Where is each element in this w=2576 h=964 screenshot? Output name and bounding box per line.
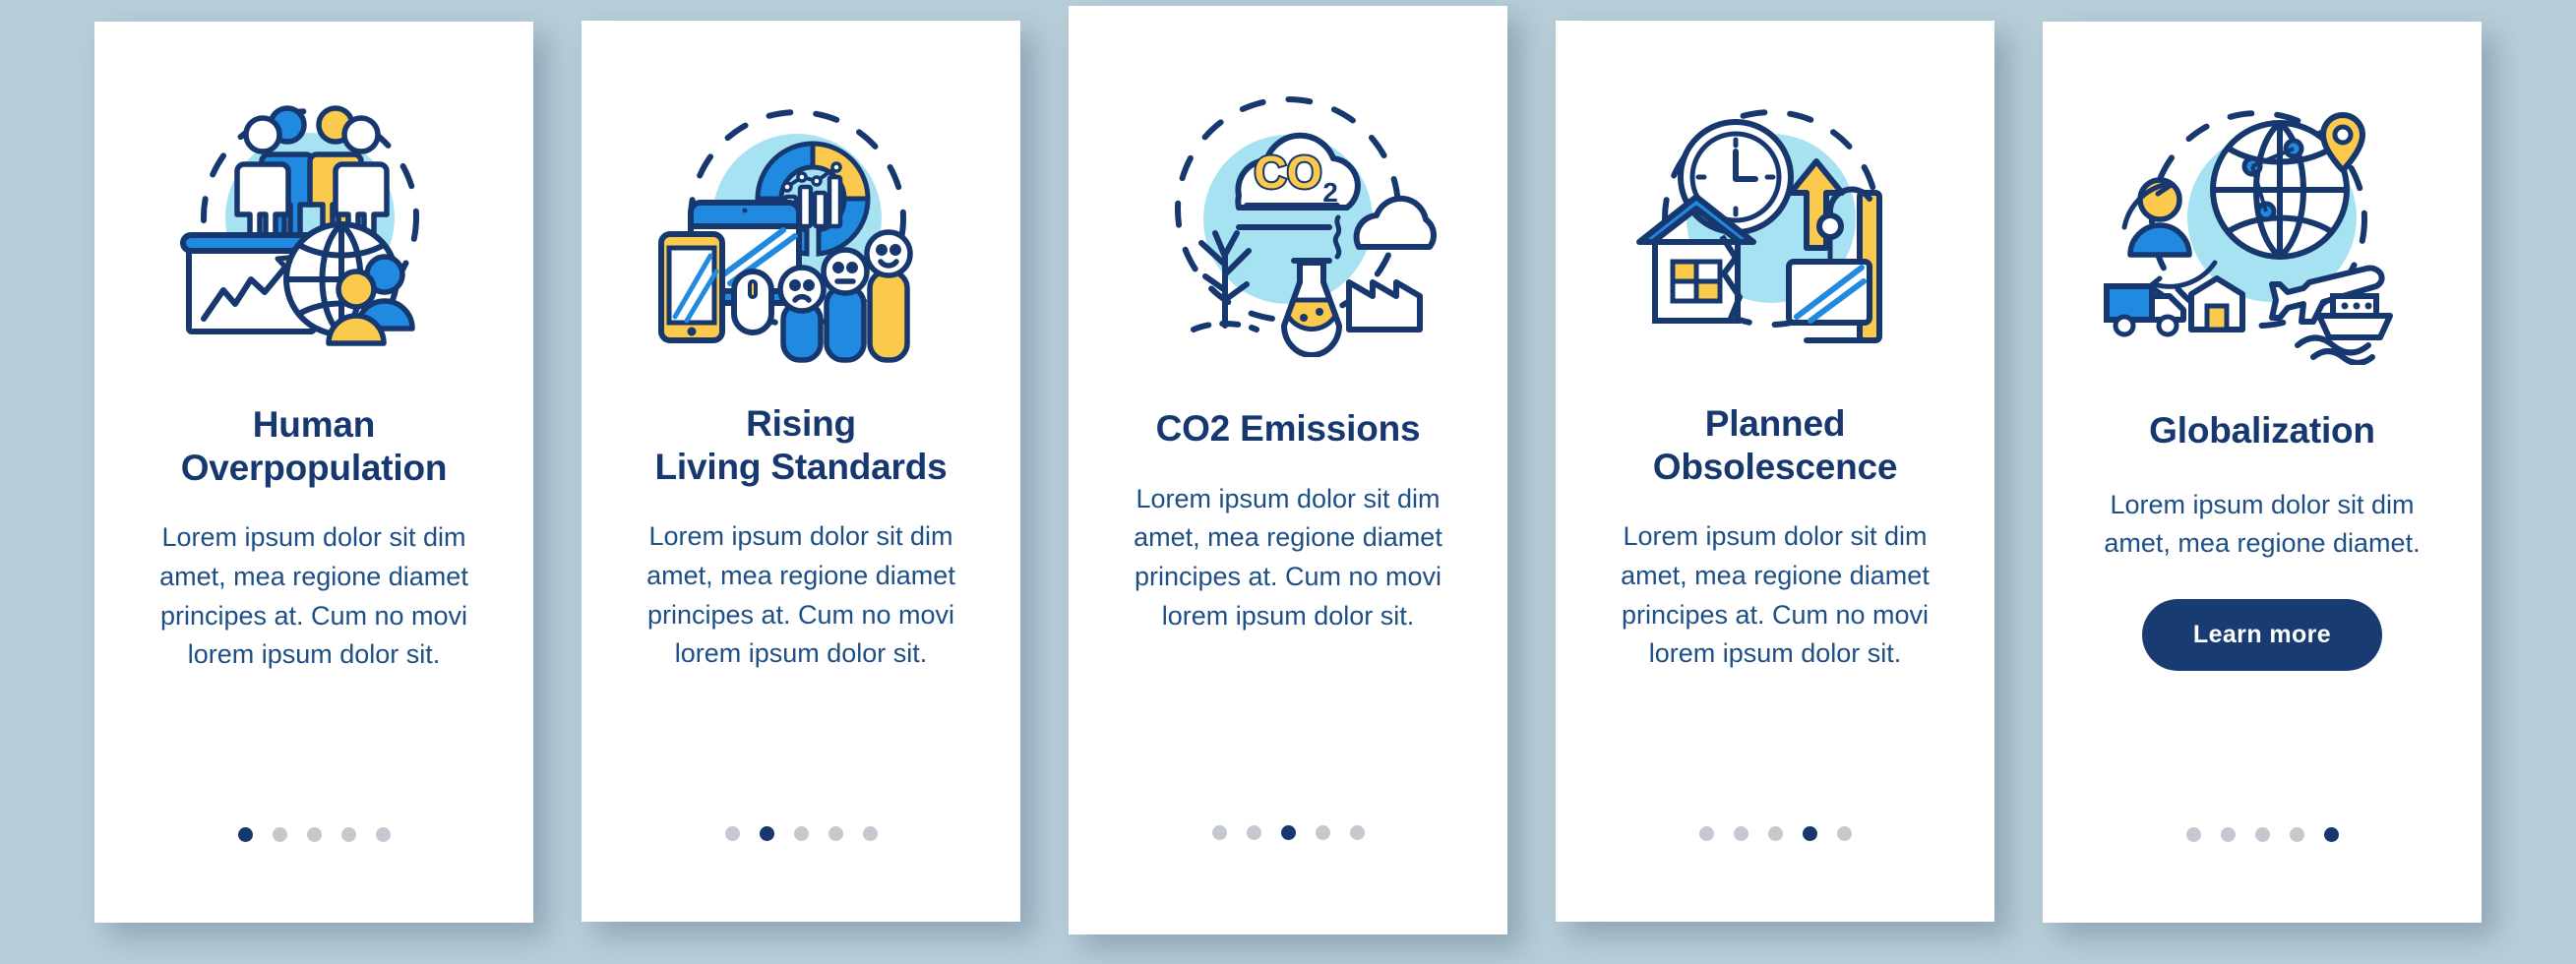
pagination-dot[interactable] [862,826,878,841]
card-body: Lorem ipsum dolor sit dim amet, mea regi… [1621,521,1930,669]
onboarding-card-planned-obsolescence[interactable]: Planned Obsolescence Lorem ipsum dolor s… [1556,21,1994,922]
pagination-dot[interactable] [272,827,287,842]
card-body: Lorem ipsum dolor sit dim amet, mea regi… [159,522,468,670]
pagination-dots[interactable] [1698,826,1852,841]
pagination-dot[interactable] [1211,825,1227,840]
onboarding-screens: Human Overpopulation Lorem ipsum dolor s… [0,0,2576,964]
pagination-dot[interactable] [2289,827,2304,842]
globalization-illustration [2043,75,2482,370]
human-overpopulation-illustration [94,75,533,370]
onboarding-card-human-overpopulation[interactable]: Human Overpopulation Lorem ipsum dolor s… [94,22,533,923]
card-title: Rising Living Standards [654,403,948,487]
pagination-dot[interactable] [1315,825,1330,840]
pagination-dot[interactable] [2323,827,2339,842]
pagination-dot[interactable] [306,827,322,842]
pagination-dot[interactable] [759,826,774,841]
pagination-dot[interactable] [237,827,253,842]
card-title: Human Overpopulation [180,404,448,488]
co2-text: CO [1255,147,1322,198]
pagination-dot[interactable] [1280,825,1296,840]
pagination-dot[interactable] [1246,825,1261,840]
card-body: Lorem ipsum dolor sit dim amet, mea regi… [646,521,955,669]
pagination-dot[interactable] [1698,826,1714,841]
card-body: Lorem ipsum dolor sit dim amet, mea regi… [1134,483,1442,631]
rising-living-standards-illustration [582,74,1020,369]
co2-emissions-illustration: CO 2 [1069,67,1507,362]
card-body: Lorem ipsum dolor sit dim amet, mea regi… [2104,489,2421,559]
pagination-dot[interactable] [828,826,843,841]
pagination-dot[interactable] [1802,826,1817,841]
card-title: Planned Obsolescence [1652,403,1898,487]
learn-more-button[interactable]: Learn more [2141,599,2383,672]
pagination-dot[interactable] [1836,826,1852,841]
planned-obsolescence-illustration [1556,74,1994,369]
pagination-dot[interactable] [1733,826,1748,841]
pagination-dot[interactable] [375,827,391,842]
pagination-dot[interactable] [2185,827,2201,842]
pagination-dots[interactable] [724,826,878,841]
pagination-dots[interactable] [237,827,391,842]
pagination-dot[interactable] [724,826,740,841]
pagination-dot[interactable] [2254,827,2270,842]
pagination-dot[interactable] [2220,827,2236,842]
onboarding-card-co2-emissions[interactable]: CO 2 CO2 Emissions Lorem ipsum dolor sit… [1069,6,1507,934]
pagination-dot[interactable] [340,827,356,842]
onboarding-card-globalization[interactable]: Globalization Lorem ipsum dolor sit dim … [2043,22,2482,923]
pagination-dots[interactable] [2185,827,2339,842]
pagination-dot[interactable] [793,826,809,841]
card-row: Human Overpopulation Lorem ipsum dolor s… [0,0,2576,964]
card-title: CO2 Emissions [1155,408,1421,449]
pagination-dot[interactable] [1767,826,1783,841]
card-title: Globalization [2149,410,2375,451]
pagination-dots[interactable] [1211,825,1365,840]
onboarding-card-rising-living-standards[interactable]: Rising Living Standards Lorem ipsum dolo… [582,21,1020,922]
pagination-dot[interactable] [1349,825,1365,840]
